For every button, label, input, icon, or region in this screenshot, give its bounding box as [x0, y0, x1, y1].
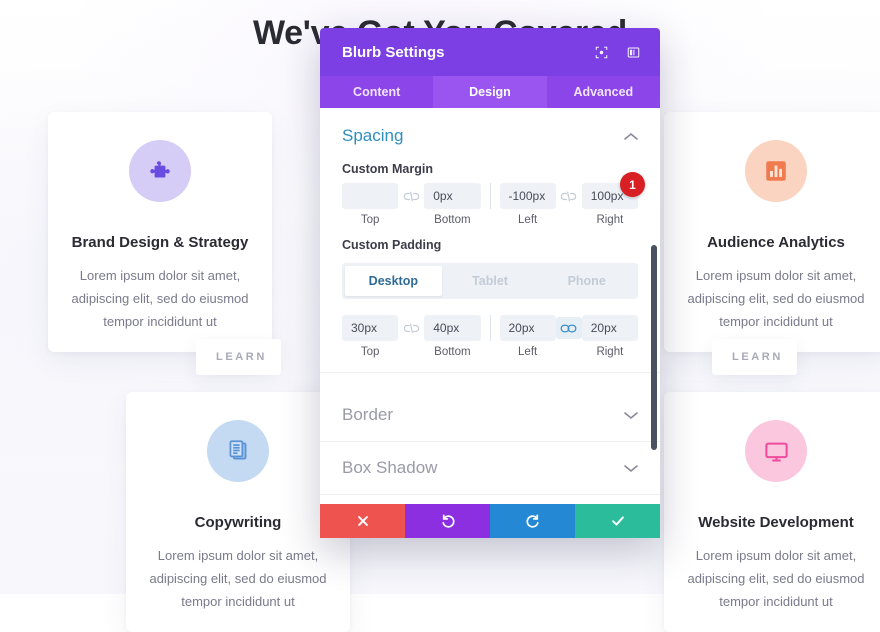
- card-description: Lorem ipsum dolor sit amet, adipiscing e…: [687, 548, 865, 609]
- padding-bottom-input[interactable]: 40px: [424, 315, 481, 341]
- monitor-icon: [745, 420, 807, 482]
- link-broken-icon[interactable]: [398, 317, 424, 339]
- device-tablet[interactable]: Tablet: [442, 266, 539, 296]
- section-header-border[interactable]: Border: [320, 389, 660, 441]
- padding-right-input[interactable]: 20px: [581, 315, 638, 341]
- service-card-analytics[interactable]: Audience Analytics Lorem ipsum dolor sit…: [664, 112, 880, 352]
- save-button[interactable]: [575, 504, 660, 538]
- modal-tabs: Content Design Advanced: [320, 76, 660, 108]
- caption-margin-top: Top: [360, 214, 380, 226]
- padding-captions-row: Top Bottom Left Right: [320, 341, 660, 358]
- cancel-button[interactable]: [320, 504, 405, 538]
- tab-design[interactable]: Design: [433, 76, 547, 108]
- learn-button-brand[interactable]: LEARN: [196, 339, 281, 375]
- modal-body: Spacing Custom Margin 0px -100px 100px T…: [320, 108, 660, 504]
- label-custom-margin: Custom Margin: [342, 162, 433, 176]
- card-description: Lorem ipsum dolor sit amet, adipiscing e…: [71, 268, 249, 329]
- card-description: Lorem ipsum dolor sit amet, adipiscing e…: [149, 548, 327, 609]
- caption-padding-top: Top: [360, 346, 380, 358]
- padding-inputs-row: 30px 40px 20px 20px: [320, 315, 660, 341]
- section-header-filters[interactable]: Filters: [320, 494, 660, 504]
- section-title-box-shadow: Box Shadow: [342, 458, 438, 477]
- blurb-settings-modal: Blurb Settings Content Design Advanced S…: [320, 28, 660, 538]
- caption-margin-left: Left: [518, 214, 538, 226]
- learn-button-analytics[interactable]: LEARN: [712, 339, 797, 375]
- margin-top-input[interactable]: [342, 183, 399, 209]
- margin-captions-row: Top Bottom Left Right: [320, 209, 660, 226]
- card-title: Website Development: [698, 514, 854, 531]
- redo-button[interactable]: [490, 504, 575, 538]
- service-card-brand[interactable]: Brand Design & Strategy Lorem ipsum dolo…: [48, 112, 272, 352]
- undo-button[interactable]: [405, 504, 490, 538]
- margin-bottom-input[interactable]: 0px: [424, 183, 481, 209]
- puzzle-piece-icon: [129, 140, 191, 202]
- card-title: Audience Analytics: [707, 234, 845, 251]
- bar-chart-icon: [745, 140, 807, 202]
- margin-inputs-row: 0px -100px 100px: [320, 183, 660, 209]
- device-desktop[interactable]: Desktop: [345, 266, 442, 296]
- padding-left-input[interactable]: 20px: [499, 315, 556, 341]
- padding-top-input[interactable]: 30px: [342, 315, 399, 341]
- tab-content[interactable]: Content: [320, 76, 433, 108]
- device-phone[interactable]: Phone: [538, 266, 635, 296]
- field-divider: [489, 183, 491, 209]
- link-broken-icon[interactable]: [556, 185, 582, 207]
- caption-margin-right: Right: [596, 214, 624, 226]
- device-toggle-group: Desktop Tablet Phone: [342, 263, 638, 299]
- modal-scrollbar-thumb[interactable]: [651, 245, 657, 450]
- section-divider: [320, 372, 660, 373]
- modal-footer: [320, 504, 660, 538]
- link-broken-icon[interactable]: [398, 185, 424, 207]
- panel-layout-icon[interactable]: [620, 39, 646, 65]
- link-connected-icon[interactable]: [555, 317, 582, 339]
- margin-left-input[interactable]: -100px: [499, 183, 556, 209]
- card-description: Lorem ipsum dolor sit amet, adipiscing e…: [687, 268, 865, 329]
- chevron-down-icon[interactable]: [624, 461, 638, 475]
- caption-padding-left: Left: [518, 346, 538, 358]
- section-title-spacing: Spacing: [342, 126, 404, 145]
- service-card-copywriting[interactable]: Copywriting Lorem ipsum dolor sit amet, …: [126, 392, 350, 632]
- section-header-box-shadow[interactable]: Box Shadow: [320, 441, 660, 494]
- caption-padding-bottom: Bottom: [434, 346, 471, 358]
- status-badge-changes: 1: [620, 172, 645, 197]
- section-title-border: Border: [342, 405, 394, 424]
- caption-padding-right: Right: [596, 346, 624, 358]
- modal-title: Blurb Settings: [342, 43, 445, 61]
- card-title: Copywriting: [194, 514, 282, 531]
- card-title: Brand Design & Strategy: [71, 234, 249, 251]
- chevron-down-icon[interactable]: [624, 408, 638, 422]
- label-custom-padding: Custom Padding: [342, 238, 442, 252]
- section-header-spacing[interactable]: Spacing: [320, 108, 660, 156]
- service-card-website[interactable]: Website Development Lorem ipsum dolor si…: [664, 392, 880, 632]
- field-divider: [489, 315, 491, 341]
- tab-advanced[interactable]: Advanced: [547, 76, 660, 108]
- caption-margin-bottom: Bottom: [434, 214, 471, 226]
- fullscreen-icon[interactable]: [588, 39, 614, 65]
- documents-icon: [207, 420, 269, 482]
- modal-titlebar: Blurb Settings: [320, 28, 660, 76]
- chevron-up-icon[interactable]: [624, 129, 638, 143]
